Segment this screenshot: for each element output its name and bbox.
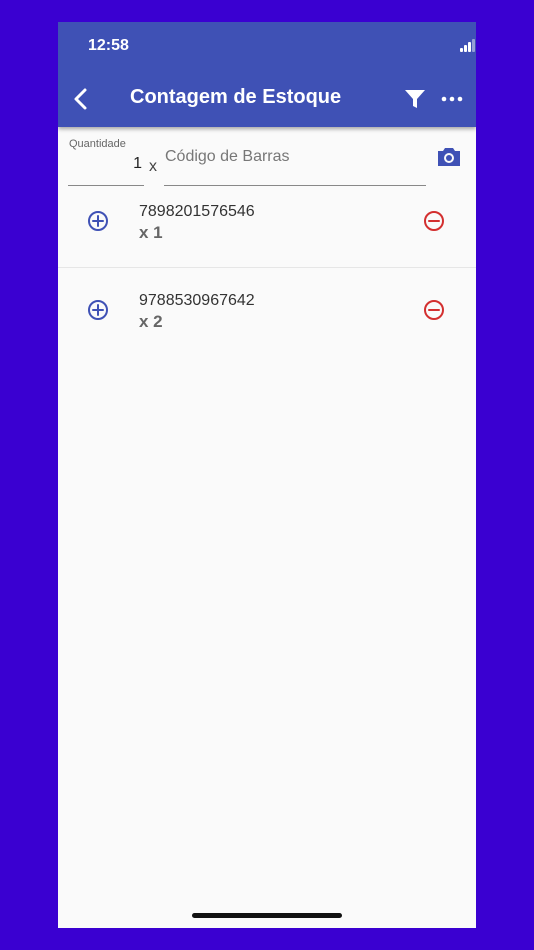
item-barcode: 9788530967642 — [139, 292, 255, 309]
back-button[interactable] — [68, 84, 94, 114]
item-barcode: 7898201576546 — [139, 203, 255, 220]
add-circle-icon — [88, 211, 108, 231]
quantity-label: Quantidade — [69, 138, 126, 150]
remove-circle-icon — [424, 300, 444, 320]
more-button[interactable] — [440, 90, 464, 108]
filter-button[interactable] — [404, 87, 426, 111]
quantity-input[interactable]: 1 — [68, 155, 142, 173]
remove-circle-icon — [424, 211, 444, 231]
quantity-underline — [68, 185, 144, 186]
increment-button[interactable] — [86, 298, 110, 322]
page-title: Contagem de Estoque — [130, 86, 342, 108]
barcode-input[interactable]: Código de Barras — [165, 148, 290, 166]
decrement-button[interactable] — [422, 298, 446, 322]
multiplier-symbol: x — [149, 158, 157, 175]
status-time: 12:58 — [88, 37, 129, 54]
camera-icon — [438, 148, 460, 166]
item-count: x 1 — [139, 223, 163, 242]
chevron-left-icon — [74, 88, 87, 110]
signal-icon — [460, 38, 476, 52]
list-item: 7898201576546 x 1 — [58, 190, 476, 278]
app-screen: 12:58 4G Contagem de Estoque — [58, 22, 476, 928]
list-item: 9788530967642 x 2 — [58, 279, 476, 367]
increment-button[interactable] — [86, 209, 110, 233]
barcode-underline — [164, 185, 426, 186]
decrement-button[interactable] — [422, 209, 446, 233]
camera-button[interactable] — [436, 146, 462, 168]
add-circle-icon — [88, 300, 108, 320]
filter-icon — [405, 90, 425, 108]
home-indicator — [192, 913, 342, 918]
more-horizontal-icon — [441, 96, 463, 102]
app-bar: 12:58 4G Contagem de Estoque — [58, 22, 476, 127]
list-divider — [58, 267, 476, 268]
item-count: x 2 — [139, 312, 163, 331]
